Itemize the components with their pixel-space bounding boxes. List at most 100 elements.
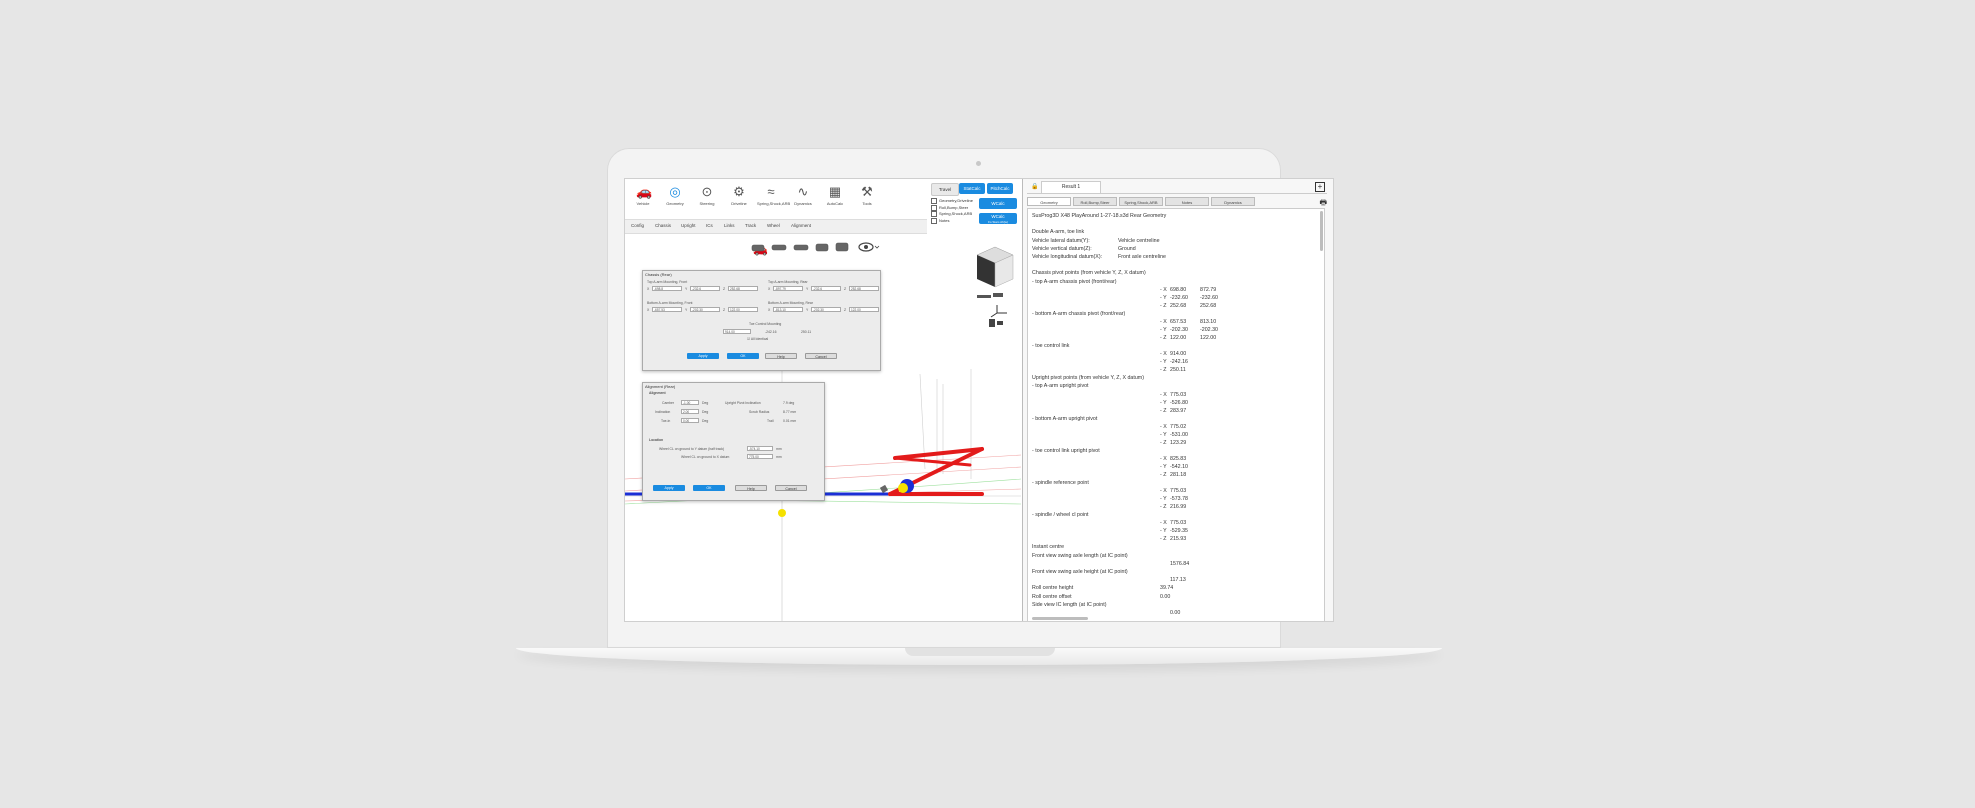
result-value: 698.80 xyxy=(1170,286,1187,293)
toolbar-geometry-button[interactable]: ◎ Geometry xyxy=(661,185,689,207)
bot-front-z-field[interactable]: 122.00 xyxy=(728,307,758,312)
horizontal-scrollbar[interactable] xyxy=(1032,617,1088,620)
ground-point xyxy=(778,509,786,517)
subnav-links[interactable]: Links xyxy=(724,223,735,228)
dynamics-icon: ∿ xyxy=(797,184,809,199)
result-value: -529.35 xyxy=(1170,528,1188,535)
top-rear-z-field[interactable]: 252.68 xyxy=(849,286,879,291)
apply-button[interactable]: Apply xyxy=(687,353,719,359)
top-front-x-field[interactable]: -698.8 xyxy=(652,286,682,291)
check-label: Geometry,Driveline xyxy=(939,198,973,204)
result-tab-geometry[interactable]: Geometry xyxy=(1027,197,1071,206)
result-text-area[interactable]: SusProg3D X48 PlayAround 1-27-18.s3d Rea… xyxy=(1027,208,1325,621)
add-result-icon[interactable]: + xyxy=(1315,182,1325,192)
toolbar-tools-button[interactable]: ⚒ Tools xyxy=(853,185,881,207)
result-value-rear: -202.30 xyxy=(1200,327,1218,333)
result-tab[interactable]: Result 1 xyxy=(1041,181,1101,194)
result-value-rear: 813.10 xyxy=(1200,319,1217,325)
bot-rear-x-field[interactable]: -813.10 xyxy=(773,307,803,312)
cancel-button[interactable]: Cancel xyxy=(805,353,837,359)
stat-calc-button[interactable]: StatCalc xyxy=(959,183,985,194)
subnav-chassis[interactable]: Chassis xyxy=(655,223,671,228)
camber-label: Camber xyxy=(662,401,675,405)
view-cube[interactable] xyxy=(971,245,1019,335)
half-track-label: Wheel CL on ground to Y datum (half trac… xyxy=(659,447,725,451)
toolbar-vehicle-button[interactable]: 🚗 Vehicle xyxy=(629,185,657,207)
camber-field[interactable]: -1.00 xyxy=(681,400,699,405)
bot-rear-z-field[interactable]: 122.00 xyxy=(849,307,879,312)
result-value: 39.74 xyxy=(1160,585,1174,592)
result-coord: - Y xyxy=(1160,496,1167,503)
check-1[interactable]: Roll,Bump,Steer xyxy=(931,204,968,211)
help-button[interactable]: Help xyxy=(765,353,797,359)
wcalc-button[interactable]: WCalc xyxy=(979,198,1017,209)
lock-icon[interactable]: 🔒 xyxy=(1031,183,1038,190)
result-tab-dynamics[interactable]: Dynamics xyxy=(1211,197,1255,206)
subnav-ics[interactable]: ICs xyxy=(706,223,713,228)
axis-label: Y xyxy=(806,287,809,291)
sub-navigation: Config Chassis Upright ICs Links Track Wheel Al… xyxy=(625,219,927,234)
result-line: - spindle reference point xyxy=(1032,480,1089,486)
help-button[interactable]: Help xyxy=(735,485,767,491)
top-rear-x-field[interactable]: -897.79 xyxy=(773,286,803,291)
car-view-5-icon xyxy=(835,242,849,252)
result-value: 250.11 xyxy=(1170,367,1186,374)
toein-field[interactable]: 0.00 xyxy=(681,418,699,423)
bot-rear-y-field[interactable]: -202.30 xyxy=(811,307,841,312)
toolbar-dynamics-button[interactable]: ∿ Dynamics xyxy=(789,184,817,207)
half-track-field[interactable]: -574.10 xyxy=(747,446,773,451)
toolbar-spring-button[interactable]: ≈ Spring,Shock,ARB xyxy=(757,185,790,207)
apply-button[interactable]: Apply xyxy=(653,485,685,491)
app-screen: 🚗 Vehicle ◎ Geometry ⊙ Steering ⚙ Driveline ≈ Spr… xyxy=(624,178,1334,622)
travel-button[interactable]: Travel xyxy=(931,183,959,196)
subnav-track[interactable]: Track xyxy=(745,223,756,228)
top-rear-y-field[interactable]: -232.6 xyxy=(811,286,841,291)
bot-front-y-field[interactable]: -202.30 xyxy=(690,307,720,312)
toolbar-steering-button[interactable]: ⊙ Steering xyxy=(693,185,721,207)
ok-button[interactable]: OK xyxy=(693,485,725,491)
result-coord: - Z xyxy=(1160,536,1167,543)
check-3[interactable]: Notes xyxy=(931,217,950,224)
car-side-icon xyxy=(977,293,1003,298)
result-tab-notes[interactable]: Notes xyxy=(1165,197,1209,206)
checkbox-icon xyxy=(931,198,937,204)
toolbar-driveline-button[interactable]: ⚙ Driveline xyxy=(725,185,753,207)
top-front-y-field[interactable]: -232.6 xyxy=(690,286,720,291)
result-line: SusProg3D X48 PlayAround 1-27-18.s3d Rea… xyxy=(1032,213,1167,219)
cancel-button[interactable]: Cancel xyxy=(775,485,807,491)
result-coord: - Y xyxy=(1160,294,1167,301)
toolbar-calculator-button[interactable]: ▦ AutoCalc xyxy=(821,185,849,207)
ok-button[interactable]: OK xyxy=(727,353,759,359)
check-label: Notes xyxy=(939,217,950,223)
result-value: Ground xyxy=(1118,245,1136,252)
toolbar-label: Dynamics xyxy=(794,201,812,206)
axis-label: Z xyxy=(844,308,847,312)
subnav-alignment[interactable]: Alignment xyxy=(791,223,811,228)
result-value: 825.83 xyxy=(1170,456,1187,462)
toe-x-field[interactable]: 914.00 xyxy=(723,329,751,334)
check-2[interactable]: Spring,Shock,ARB xyxy=(931,211,972,217)
top-front-z-field[interactable]: 252.68 xyxy=(728,286,758,291)
pitch-calc-button[interactable]: PitchCalc xyxy=(987,183,1013,194)
result-coord: - Y xyxy=(1160,431,1167,438)
results-pane: 🔒 Result 1 + 🖶 Geometry Roll,Bump,Steer Sp… xyxy=(1023,179,1333,621)
subnav-upright[interactable]: Upright xyxy=(681,223,696,228)
x-datum-field[interactable]: 775.00 xyxy=(747,454,773,459)
result-coord: - Z xyxy=(1160,472,1167,478)
subnav-wheel[interactable]: Wheel xyxy=(767,223,780,228)
result-value: Front axle centreline xyxy=(1118,254,1166,260)
result-value: 117.13 xyxy=(1170,577,1186,584)
inclination-field[interactable]: 2.00 xyxy=(681,409,699,414)
result-value: 216.99 xyxy=(1170,504,1187,511)
result-tab-spring[interactable]: Spring,Shock,ARB xyxy=(1119,197,1163,206)
wcalc-dynamics-button[interactable]: WCalc Fo Stam Ah(w) xyxy=(979,213,1017,224)
vertical-scrollbar[interactable] xyxy=(1320,211,1323,251)
all-identical-checkbox[interactable]: ☑ All Identical xyxy=(747,337,768,341)
subnav-config[interactable]: Config xyxy=(631,223,644,228)
spindle-point xyxy=(898,483,908,493)
result-tab-roll[interactable]: Roll,Bump,Steer xyxy=(1073,197,1117,206)
check-0[interactable]: Geometry,Driveline xyxy=(931,198,973,204)
toolbar-label: Tools xyxy=(862,201,872,206)
bot-front-x-field[interactable]: -657.53 xyxy=(652,307,682,312)
result-value: 122.00 xyxy=(1170,335,1187,341)
